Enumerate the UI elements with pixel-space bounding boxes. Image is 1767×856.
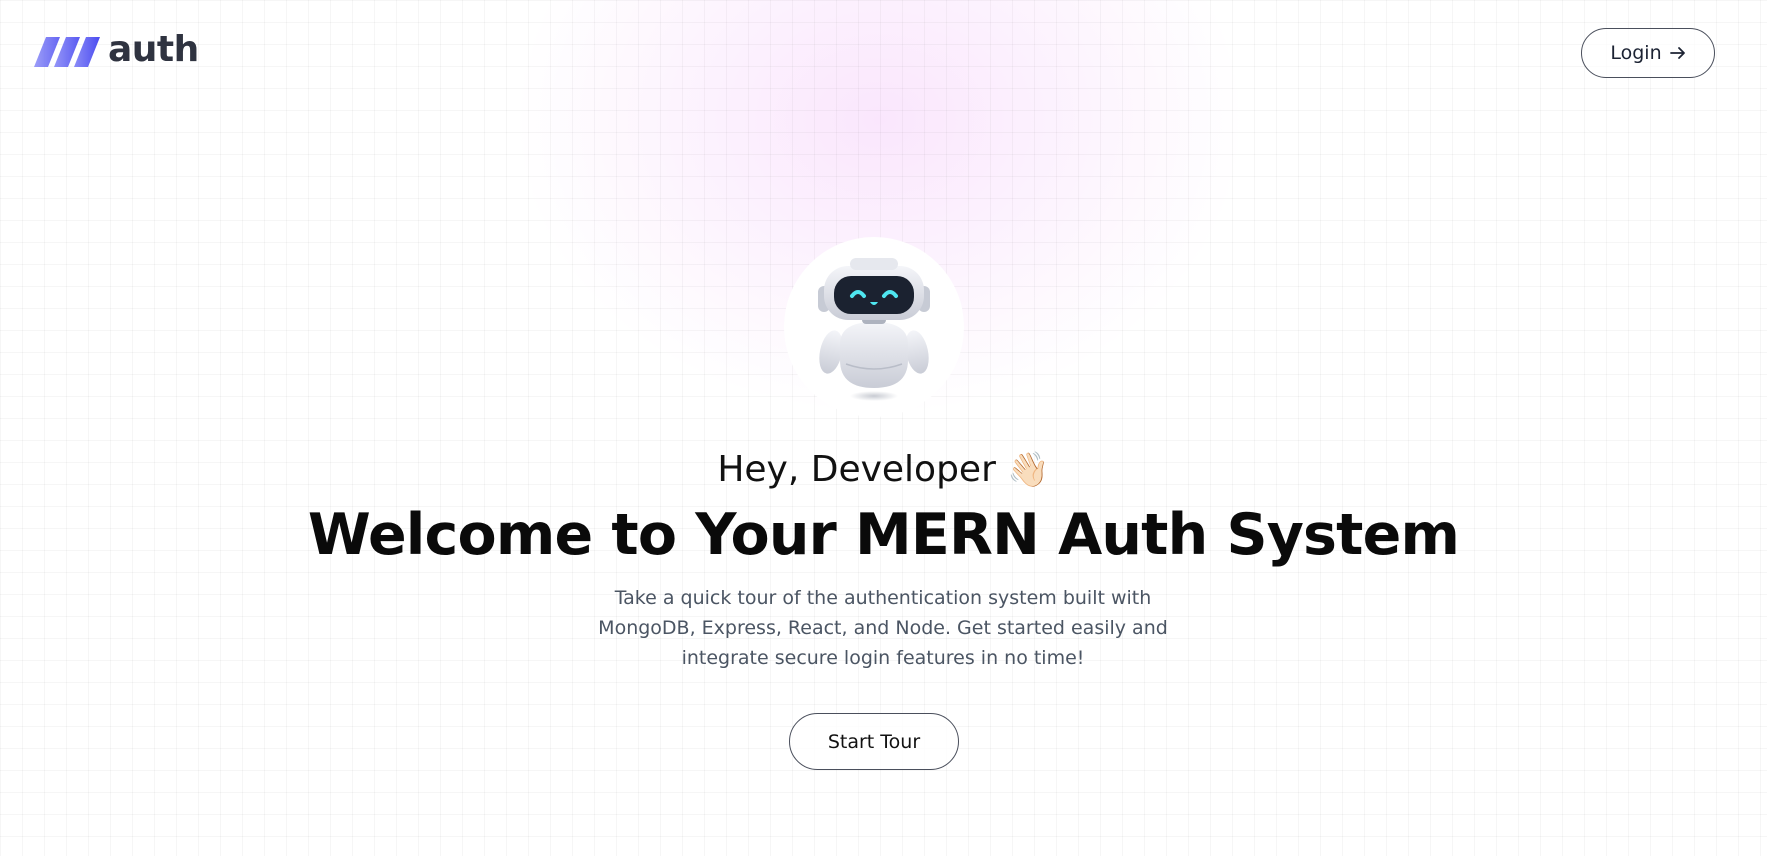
logo-stripes-icon — [34, 37, 100, 67]
start-tour-button[interactable]: Start Tour — [789, 713, 959, 770]
waving-hand-icon: 👋🏻 — [1007, 450, 1050, 490]
robot-avatar-icon — [818, 258, 930, 401]
greeting: Hey, Developer 👋🏻 — [0, 448, 1767, 492]
arrow-right-icon — [1669, 47, 1685, 59]
landing-page: auth Login Hey, Developer 👋🏻 Welcome to … — [0, 0, 1767, 856]
login-button[interactable]: Login — [1581, 28, 1715, 78]
greeting-text: Hey, Developer — [717, 449, 996, 490]
hero-description: Take a quick tour of the authentication … — [598, 587, 1168, 669]
page-title: Welcome to Your MERN Auth System — [307, 502, 1460, 568]
start-tour-label: Start Tour — [827, 730, 921, 753]
login-label: Login — [1610, 42, 1662, 64]
avatar — [784, 237, 964, 417]
logo-text: auth — [108, 29, 199, 70]
logo[interactable]: auth — [34, 32, 199, 68]
